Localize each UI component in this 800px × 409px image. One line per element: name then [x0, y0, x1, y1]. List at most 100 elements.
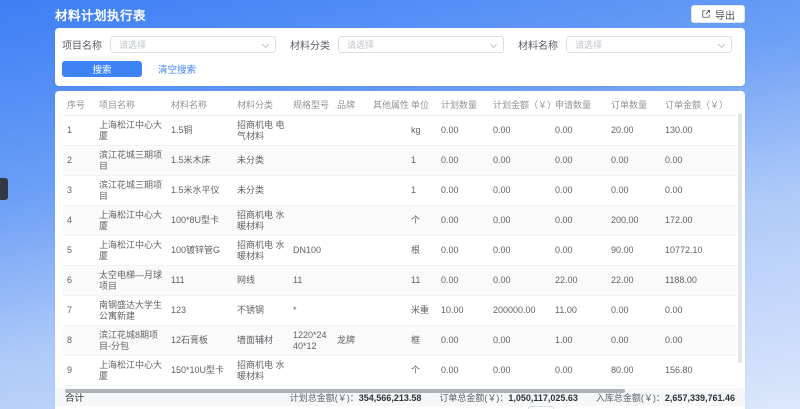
table-cell: 个 [407, 356, 437, 386]
table-cell: 太空电梯—月球项目 [95, 266, 167, 296]
table-cell: 招商机电 水暖材料 [233, 236, 289, 266]
filter-actions: 搜索 清空搜索 [62, 61, 732, 77]
table-cell: 0.00 [607, 146, 661, 176]
table-cell: 6 [63, 266, 95, 296]
horizontal-scrollbar[interactable] [65, 389, 625, 393]
table-cell: 未分类 [233, 146, 289, 176]
table-cell: 0.00 [437, 356, 489, 386]
table-cell: 200.00 [607, 206, 661, 236]
table-cell: 100镀锌管G [167, 236, 233, 266]
table-cell: 0.00 [489, 206, 551, 236]
table-cell: 0.00 [551, 146, 607, 176]
filter-panel: 项目名称 请选择 材料分类 请选择 材料名称 请选择 搜索 清空搜索 [55, 28, 745, 86]
material-category-select[interactable]: 请选择 [338, 36, 504, 53]
table-cell [333, 266, 369, 296]
column-header: 计划数量 [437, 93, 489, 116]
filter-row: 项目名称 请选择 材料分类 请选择 材料名称 请选择 [62, 36, 732, 53]
table-cell: 2 [63, 146, 95, 176]
materials-table: 序号项目名称材料名称材料分类规格型号品牌其他属性单位计划数量计划金额（￥）申请数… [63, 93, 737, 386]
summary-total-value: 2,657,339,761.46 [665, 393, 735, 403]
column-header: 品牌 [333, 93, 369, 116]
table-cell: 滨江花城8期项目-分包 [95, 326, 167, 356]
table-cell: 80.00 [607, 356, 661, 386]
table-cell [369, 176, 407, 206]
table-cell: 0.00 [607, 296, 661, 326]
table-row: 4上海松江中心大厦100*8U型卡招商机电 水暖材料个0.000.000.002… [63, 206, 737, 236]
sidebar-handle[interactable] [0, 178, 8, 200]
material-category-placeholder: 请选择 [347, 38, 374, 51]
table-cell: 0.00 [661, 296, 737, 326]
column-header: 规格型号 [289, 93, 333, 116]
chevron-down-icon [490, 41, 497, 48]
table-cell: 123 [167, 296, 233, 326]
table-cell: 150*10U型卡 [167, 356, 233, 386]
project-name-select[interactable]: 请选择 [110, 36, 276, 53]
table-cell: 200000.00 [489, 296, 551, 326]
project-name-placeholder: 请选择 [119, 38, 146, 51]
column-header: 单位 [407, 93, 437, 116]
table-cell [289, 176, 333, 206]
table-cell: 招商机电 电气材料 [233, 116, 289, 146]
vertical-scrollbar[interactable] [738, 113, 742, 363]
table-row: 3滨江花城三期项目1.5米水平仪未分类10.000.000.000.000.00 [63, 176, 737, 206]
table-cell: 根 [407, 236, 437, 266]
summary-total-label: 入库总金额(￥)： [596, 393, 665, 403]
table-cell: 8 [63, 326, 95, 356]
table-cell: 0.00 [607, 176, 661, 206]
summary-total-value: 354,566,213.58 [359, 393, 422, 403]
table-cell: 0.00 [437, 146, 489, 176]
table-cell: 4 [63, 206, 95, 236]
table-cell [289, 146, 333, 176]
table-cell [289, 206, 333, 236]
search-button[interactable]: 搜索 [62, 61, 142, 77]
table-cell: 1 [407, 146, 437, 176]
table-cell: 1220*2440*12 [289, 326, 333, 356]
table-cell: 0.00 [437, 206, 489, 236]
table-row: 5上海松江中心大厦100镀锌管G招商机电 水暖材料DN100根0.000.000… [63, 236, 737, 266]
table-cell [369, 146, 407, 176]
table-cell: 1.5铜 [167, 116, 233, 146]
table-cell: 22.00 [551, 266, 607, 296]
table-cell: 上海松江中心大厦 [95, 236, 167, 266]
summary-total-label: 计划总金额(￥)： [290, 393, 359, 403]
table-cell: 0.00 [437, 116, 489, 146]
table-body: 1上海松江中心大厦1.5铜招商机电 电气材料kg0.000.000.0020.0… [63, 116, 737, 386]
table-cell [289, 116, 333, 146]
table-cell [333, 236, 369, 266]
table-cell: 5 [63, 236, 95, 266]
table-cell: 90.00 [607, 236, 661, 266]
table-cell: 招商机电 水暖材料 [233, 206, 289, 236]
clear-search-button[interactable]: 清空搜索 [158, 62, 196, 76]
table-cell: 22.00 [607, 266, 661, 296]
material-name-select[interactable]: 请选择 [566, 36, 732, 53]
table-cell: 10772.10 [661, 236, 737, 266]
table-cell: 0.00 [551, 356, 607, 386]
table-cell: 9 [63, 356, 95, 386]
table-row: 8滨江花城8期项目-分包12石膏板墙面辅材1220*2440*12龙牌框0.00… [63, 326, 737, 356]
material-name-label: 材料名称 [518, 37, 558, 52]
table-cell [333, 206, 369, 236]
table-cell: 11.00 [551, 296, 607, 326]
top-bar: 材料计划执行表 导出 [0, 0, 800, 28]
table-cell [369, 266, 407, 296]
summary-total-label: 订单总金额(￥)： [439, 393, 508, 403]
table-cell: 0.00 [661, 326, 737, 356]
table-cell [369, 236, 407, 266]
table-cell: 墙面辅材 [233, 326, 289, 356]
page-title: 材料计划执行表 [55, 5, 146, 24]
table-cell [369, 206, 407, 236]
material-category-label: 材料分类 [290, 37, 330, 52]
table-row: 1上海松江中心大厦1.5铜招商机电 电气材料kg0.000.000.0020.0… [63, 116, 737, 146]
table-cell: 0.00 [551, 116, 607, 146]
summary-total-value: 1,050,117,025.63 [508, 393, 578, 403]
table-cell: 0.00 [489, 236, 551, 266]
column-header: 材料分类 [233, 93, 289, 116]
table-cell: 0.00 [607, 326, 661, 356]
table-cell: 1 [63, 116, 95, 146]
column-header: 序号 [63, 93, 95, 116]
table-cell: 0.00 [437, 266, 489, 296]
export-button[interactable]: 导出 [691, 5, 745, 23]
table-cell: * [289, 296, 333, 326]
table-cell: 0.00 [551, 176, 607, 206]
table-cell: 米重 [407, 296, 437, 326]
